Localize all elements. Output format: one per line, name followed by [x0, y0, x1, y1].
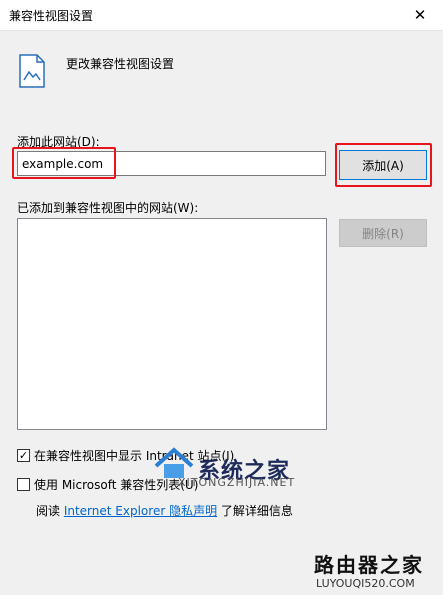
site-list-label: 已添加到兼容性视图中的网站(W):: [17, 201, 199, 215]
microsoft-list-label: 使用 Microsoft 兼容性列表(U): [34, 478, 199, 492]
close-button[interactable]: ✕: [397, 0, 443, 30]
microsoft-list-option[interactable]: 使用 Microsoft 兼容性列表(U): [17, 476, 198, 493]
corner-watermark-title: 路由器之家: [314, 553, 424, 577]
privacy-prefix: 阅读: [36, 504, 64, 518]
corner-watermark-url: LUYOUQI520.COM: [316, 577, 415, 590]
window-title: 兼容性视图设置: [9, 9, 94, 23]
title-bar: 兼容性视图设置 ✕: [0, 0, 443, 31]
privacy-row: 阅读 Internet Explorer 隐私声明 了解详细信息: [36, 502, 293, 519]
site-list[interactable]: [17, 218, 327, 430]
header-label: 更改兼容性视图设置: [66, 57, 175, 71]
corner-watermark: 路由器之家 LUYOUQI520.COM: [312, 545, 443, 595]
microsoft-list-checkbox[interactable]: [17, 478, 30, 491]
close-icon: ✕: [413, 6, 427, 24]
intranet-option[interactable]: ✓ 在兼容性视图中显示 Intranet 站点(I): [17, 447, 234, 464]
document-icon: [19, 54, 45, 88]
intranet-label: 在兼容性视图中显示 Intranet 站点(I): [34, 449, 235, 463]
remove-button[interactable]: 删除(R): [339, 219, 427, 247]
intranet-checkbox[interactable]: ✓: [17, 449, 30, 462]
button-highlight-box: [335, 143, 432, 187]
privacy-link[interactable]: Internet Explorer 隐私声明: [64, 504, 217, 518]
input-highlight-box: [12, 147, 116, 179]
privacy-suffix: 了解详细信息: [220, 504, 293, 518]
